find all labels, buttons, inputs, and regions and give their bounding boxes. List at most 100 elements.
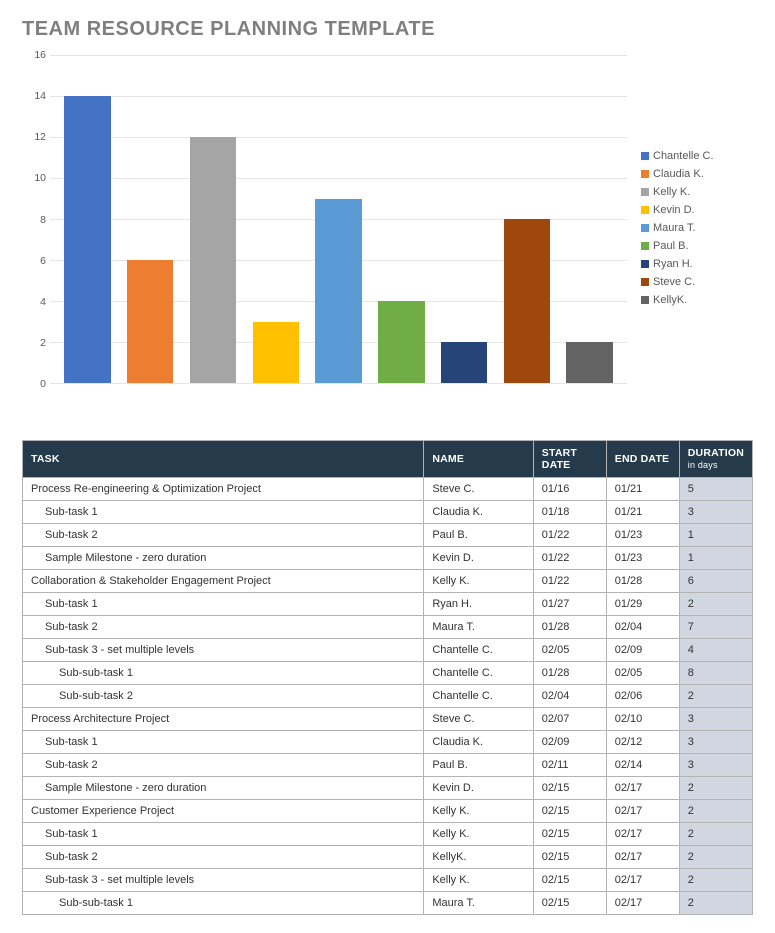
- table-row: Customer Experience ProjectKelly K.02/15…: [23, 800, 753, 823]
- table-row: Sub-task 1Claudia K.02/0902/123: [23, 731, 753, 754]
- cell-end-date: 01/21: [606, 501, 679, 524]
- cell-end-date: 02/17: [606, 823, 679, 846]
- cell-duration: 4: [679, 639, 752, 662]
- cell-end-date: 02/06: [606, 685, 679, 708]
- cell-duration: 6: [679, 570, 752, 593]
- cell-end-date: 01/23: [606, 547, 679, 570]
- cell-end-date: 01/21: [606, 478, 679, 501]
- page-title: TEAM RESOURCE PLANNING TEMPLATE: [22, 18, 753, 41]
- cell-duration: 2: [679, 846, 752, 869]
- chart-ytick: 12: [22, 131, 46, 143]
- cell-duration: 8: [679, 662, 752, 685]
- cell-duration: 3: [679, 731, 752, 754]
- table-row: Sub-task 2Maura T.01/2802/047: [23, 616, 753, 639]
- chart-bar-slot: [307, 55, 370, 383]
- cell-duration: 3: [679, 754, 752, 777]
- chart-bar: [378, 301, 424, 383]
- chart-ytick: 10: [22, 172, 46, 184]
- chart-bar-slot: [370, 55, 433, 383]
- table-row: Sub-task 3 - set multiple levelsChantell…: [23, 639, 753, 662]
- cell-duration: 7: [679, 616, 752, 639]
- table-row: Process Architecture ProjectSteve C.02/0…: [23, 708, 753, 731]
- legend-label: Paul B.: [653, 240, 688, 252]
- cell-start-date: 02/09: [533, 731, 606, 754]
- cell-task: Sub-task 2: [23, 524, 424, 547]
- legend-item: Chantelle C.: [641, 150, 753, 162]
- cell-start-date: 02/15: [533, 823, 606, 846]
- cell-duration: 2: [679, 593, 752, 616]
- col-task: TASK: [23, 441, 424, 478]
- cell-task: Sub-task 1: [23, 593, 424, 616]
- legend-label: Kelly K.: [653, 186, 690, 198]
- legend-item: Steve C.: [641, 276, 753, 288]
- cell-start-date: 02/15: [533, 846, 606, 869]
- cell-start-date: 02/07: [533, 708, 606, 731]
- cell-name: Chantelle C.: [424, 639, 533, 662]
- cell-duration: 1: [679, 524, 752, 547]
- legend-item: Ryan H.: [641, 258, 753, 270]
- cell-end-date: 02/14: [606, 754, 679, 777]
- cell-task: Customer Experience Project: [23, 800, 424, 823]
- cell-task: Sub-sub-task 1: [23, 662, 424, 685]
- legend-item: Maura T.: [641, 222, 753, 234]
- cell-start-date: 02/04: [533, 685, 606, 708]
- cell-task: Sub-sub-task 1: [23, 892, 424, 915]
- legend-label: Maura T.: [653, 222, 696, 234]
- legend-swatch-icon: [641, 152, 649, 160]
- legend-label: Chantelle C.: [653, 150, 714, 162]
- cell-end-date: 01/23: [606, 524, 679, 547]
- table-row: Sub-task 1Kelly K.02/1502/172: [23, 823, 753, 846]
- col-duration-unit: in days: [688, 460, 718, 470]
- legend-item: Kevin D.: [641, 204, 753, 216]
- chart-bar-slot: [119, 55, 182, 383]
- table-row: Sample Milestone - zero durationKevin D.…: [23, 777, 753, 800]
- cell-duration: 2: [679, 869, 752, 892]
- cell-task: Process Re-engineering & Optimization Pr…: [23, 478, 424, 501]
- legend-label: Steve C.: [653, 276, 695, 288]
- cell-start-date: 01/16: [533, 478, 606, 501]
- cell-name: Kelly K.: [424, 823, 533, 846]
- chart-ytick: 14: [22, 90, 46, 102]
- chart-bar-slot: [558, 55, 621, 383]
- legend-item: Claudia K.: [641, 168, 753, 180]
- cell-name: Kelly K.: [424, 800, 533, 823]
- col-name: NAME: [424, 441, 533, 478]
- cell-duration: 2: [679, 823, 752, 846]
- chart-bar: [190, 137, 236, 383]
- cell-task: Sub-task 1: [23, 501, 424, 524]
- chart-bar: [127, 260, 173, 383]
- chart-bar: [64, 96, 110, 383]
- legend-swatch-icon: [641, 260, 649, 268]
- legend-swatch-icon: [641, 242, 649, 250]
- chart-ytick: 6: [22, 255, 46, 267]
- cell-name: Kelly K.: [424, 869, 533, 892]
- cell-duration: 3: [679, 708, 752, 731]
- cell-start-date: 01/28: [533, 662, 606, 685]
- cell-task: Collaboration & Stakeholder Engagement P…: [23, 570, 424, 593]
- chart-ytick: 8: [22, 214, 46, 226]
- chart-plot-area: 0246810121416: [22, 55, 627, 400]
- cell-name: Paul B.: [424, 754, 533, 777]
- table-row: Sub-task 1Ryan H.01/2701/292: [23, 593, 753, 616]
- table-row: Collaboration & Stakeholder Engagement P…: [23, 570, 753, 593]
- cell-name: Kevin D.: [424, 547, 533, 570]
- cell-task: Sub-task 2: [23, 616, 424, 639]
- legend-swatch-icon: [641, 170, 649, 178]
- cell-task: Sample Milestone - zero duration: [23, 547, 424, 570]
- cell-duration: 2: [679, 892, 752, 915]
- cell-task: Sub-task 2: [23, 846, 424, 869]
- cell-end-date: 01/29: [606, 593, 679, 616]
- cell-end-date: 02/05: [606, 662, 679, 685]
- cell-name: Kevin D.: [424, 777, 533, 800]
- cell-name: Kelly K.: [424, 570, 533, 593]
- cell-start-date: 02/15: [533, 800, 606, 823]
- cell-end-date: 02/17: [606, 869, 679, 892]
- cell-end-date: 02/10: [606, 708, 679, 731]
- cell-task: Sub-task 3 - set multiple levels: [23, 869, 424, 892]
- legend-item: Paul B.: [641, 240, 753, 252]
- cell-start-date: 01/22: [533, 547, 606, 570]
- legend-swatch-icon: [641, 224, 649, 232]
- cell-task: Sub-sub-task 2: [23, 685, 424, 708]
- cell-end-date: 02/04: [606, 616, 679, 639]
- chart-gridline: [50, 383, 627, 384]
